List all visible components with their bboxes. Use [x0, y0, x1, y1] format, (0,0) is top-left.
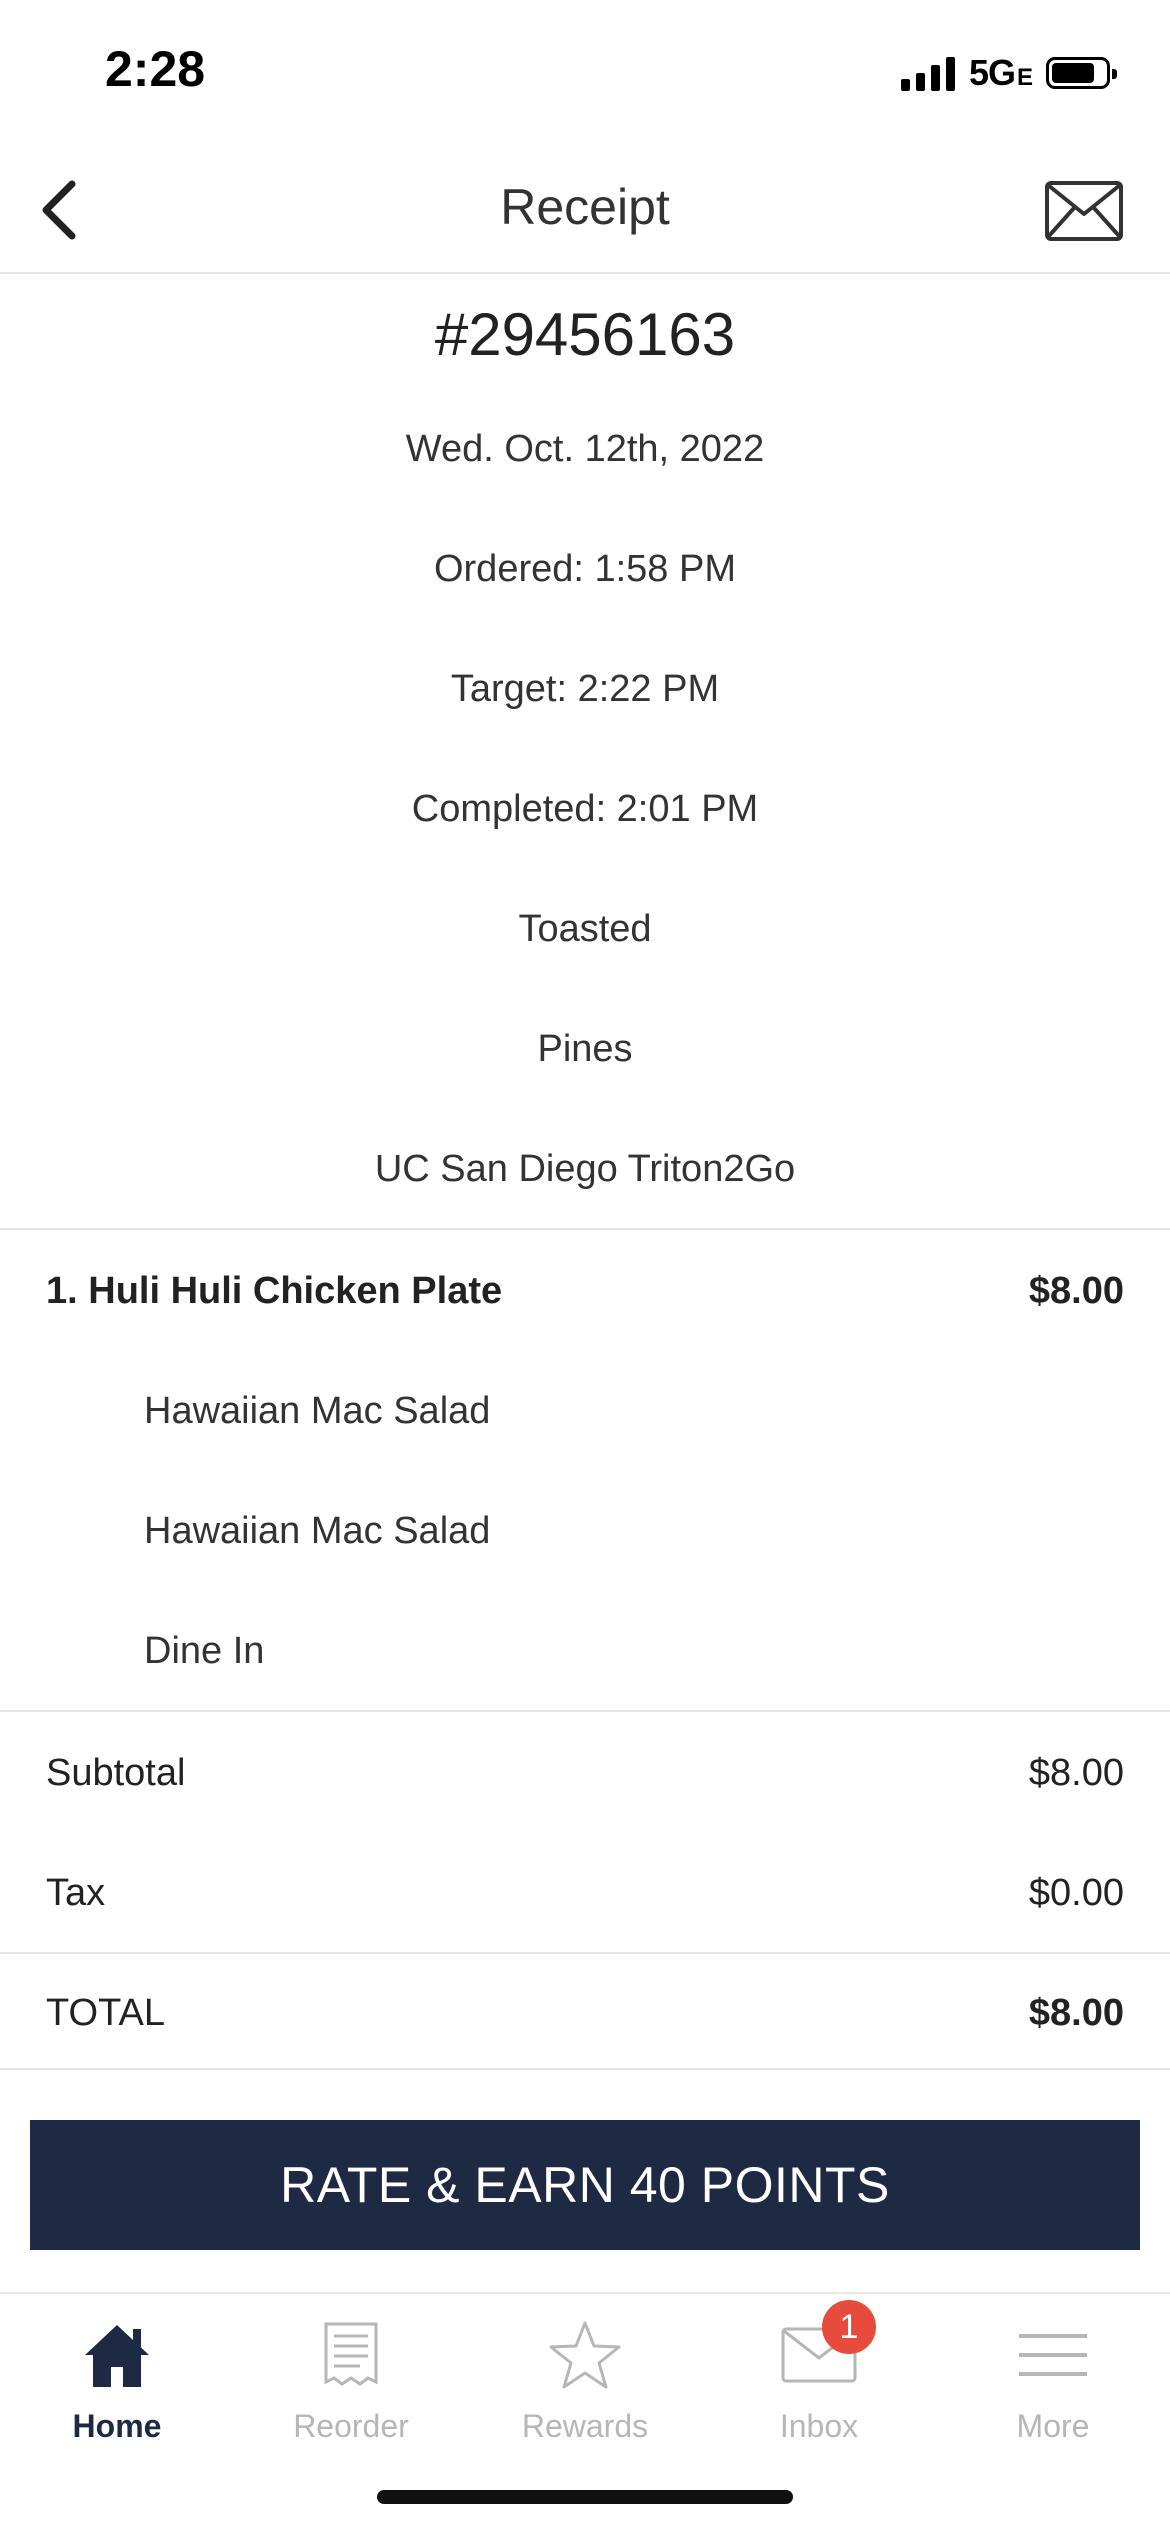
tab-more[interactable]: More — [936, 2310, 1170, 2460]
network-label: 5GE — [968, 52, 1033, 94]
order-number: #29456163 — [434, 301, 736, 368]
menu-icon — [1008, 2310, 1098, 2400]
network-type: 5G — [968, 52, 1016, 93]
total-value: $8.00 — [1028, 1992, 1124, 2034]
tab-label: Reorder — [293, 2408, 409, 2444]
order-item: 1. Huli Huli Chicken Plate $8.00 — [46, 1270, 1124, 1313]
provider-name: UC San Diego Triton2Go — [374, 1148, 796, 1190]
location-name: Pines — [537, 1028, 633, 1070]
item-price: $8.00 — [1028, 1270, 1124, 1312]
ordered-time: Ordered: 1:58 PM — [433, 548, 737, 590]
envelope-icon — [1045, 181, 1123, 241]
tab-inbox[interactable]: 1 Inbox — [702, 2300, 936, 2460]
nav-header: Receipt — [0, 150, 1170, 274]
tax-value: $0.00 — [1028, 1872, 1124, 1914]
status-time: 2:28 — [105, 41, 206, 97]
total-row: TOTAL $8.00 — [46, 1992, 1124, 2035]
tax-label: Tax — [46, 1872, 106, 1914]
tab-label: Inbox — [779, 2408, 859, 2444]
tab-label: Home — [72, 2408, 162, 2444]
tab-home[interactable]: Home — [0, 2310, 234, 2460]
envelope-icon: 1 — [774, 2300, 876, 2400]
divider — [0, 1952, 1170, 1954]
item-modifier: Hawaiian Mac Salad — [144, 1390, 491, 1432]
status-indicators: 5GE — [900, 52, 1117, 94]
email-receipt-button[interactable] — [1038, 172, 1130, 250]
restaurant-name: Toasted — [518, 908, 652, 950]
notification-badge: 1 — [822, 2300, 876, 2354]
tab-reorder[interactable]: Reorder — [234, 2310, 468, 2460]
tab-label: More — [1016, 2408, 1090, 2444]
network-suffix: E — [1016, 64, 1033, 91]
status-bar: 2:28 5GE — [0, 0, 1170, 150]
tab-rewards[interactable]: Rewards — [468, 2310, 702, 2460]
order-date: Wed. Oct. 12th, 2022 — [405, 428, 765, 470]
home-icon — [72, 2310, 162, 2400]
divider — [0, 1710, 1170, 1712]
target-time: Target: 2:22 PM — [450, 668, 720, 710]
tax-row: Tax $0.00 — [46, 1872, 1124, 1915]
subtotal-label: Subtotal — [46, 1752, 186, 1794]
battery-icon — [1046, 57, 1117, 89]
item-modifier: Dine In — [144, 1630, 265, 1672]
total-label: TOTAL — [46, 1992, 165, 2034]
tab-label: Rewards — [521, 2408, 649, 2444]
page-title: Receipt — [500, 179, 670, 235]
star-icon — [540, 2310, 630, 2400]
subtotal-row: Subtotal $8.00 — [46, 1752, 1124, 1795]
home-indicator[interactable] — [377, 2490, 793, 2504]
rate-and-earn-button[interactable]: RATE & EARN 40 POINTS — [30, 2120, 1140, 2250]
completed-time: Completed: 2:01 PM — [411, 788, 759, 830]
divider — [0, 1228, 1170, 1230]
signal-icon — [900, 55, 955, 91]
subtotal-value: $8.00 — [1028, 1752, 1124, 1794]
item-modifier: Hawaiian Mac Salad — [144, 1510, 491, 1552]
divider — [0, 2068, 1170, 2070]
item-name: 1. Huli Huli Chicken Plate — [46, 1270, 503, 1312]
receipt-icon — [306, 2310, 396, 2400]
